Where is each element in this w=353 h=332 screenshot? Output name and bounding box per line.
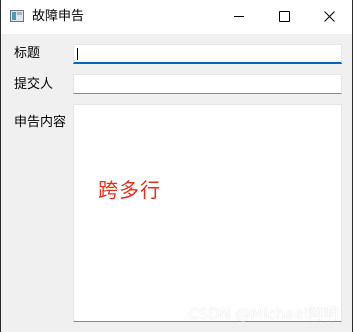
content-label: 申告内容	[14, 115, 67, 130]
maximize-button[interactable]	[261, 0, 307, 34]
text-caret	[77, 48, 78, 60]
submitter-input[interactable]	[73, 74, 342, 94]
app-window: 故障申告 标题 提交人 申告内容 跨多行 CSDN @Michael阿明	[0, 0, 353, 332]
title-input[interactable]	[73, 44, 342, 64]
title-label: 标题	[14, 46, 41, 61]
content-textarea[interactable]: 跨多行	[73, 104, 342, 322]
close-button[interactable]	[306, 0, 352, 34]
title-bar[interactable]: 故障申告	[1, 0, 352, 34]
window-title: 故障申告	[32, 9, 85, 24]
submitter-label: 提交人	[14, 77, 54, 92]
minimize-button[interactable]	[215, 0, 261, 34]
watermark-text: CSDN @Michael阿明	[188, 305, 338, 323]
app-window-icon	[10, 10, 24, 22]
close-icon	[324, 11, 335, 22]
content-textarea-value: 跨多行	[98, 178, 161, 202]
